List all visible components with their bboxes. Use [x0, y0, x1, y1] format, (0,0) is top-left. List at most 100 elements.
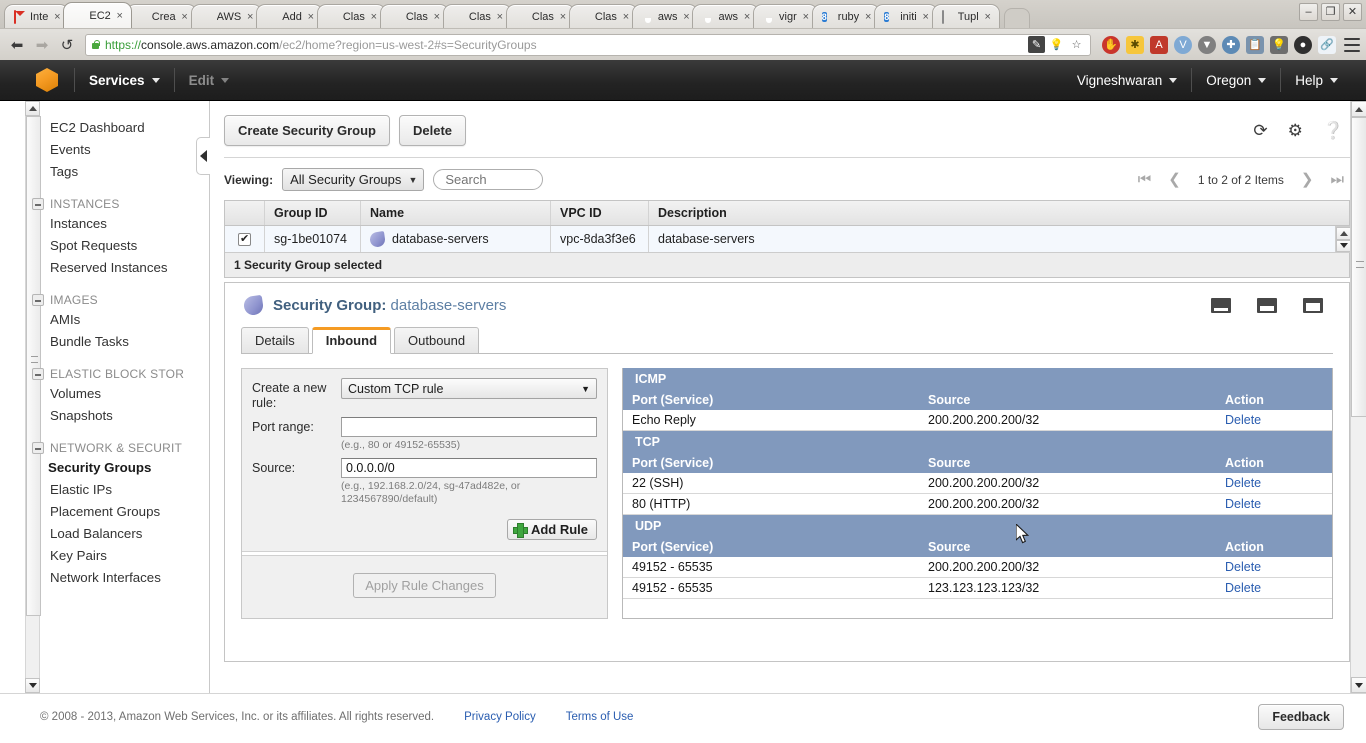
sidebar-scroll-up-button[interactable]	[25, 101, 40, 116]
browser-tab[interactable]: aws ×	[692, 4, 760, 28]
feedback-button[interactable]: Feedback	[1258, 704, 1344, 730]
adblock-icon[interactable]: ✋	[1102, 35, 1120, 54]
browser-tab[interactable]: Crea ×	[125, 4, 197, 28]
vim-icon[interactable]: V	[1174, 35, 1192, 54]
view-mode-small-icon[interactable]	[1211, 298, 1231, 313]
sidebar-item-spot-requests[interactable]: Spot Requests	[48, 235, 209, 257]
sidebar-collapse-button[interactable]	[196, 137, 210, 175]
sidebar-group-header[interactable]: ELASTIC BLOCK STOR	[32, 367, 209, 381]
sidebar-item-bundle-tasks[interactable]: Bundle Tasks	[48, 331, 209, 353]
record-icon[interactable]: ●	[1294, 35, 1312, 54]
back-icon[interactable]: ⬅	[6, 34, 28, 56]
edit-pencil-icon[interactable]: ✎	[1028, 36, 1045, 53]
row-checkbox-cell[interactable]	[225, 226, 265, 252]
browser-tab[interactable]: aws ×	[631, 4, 699, 28]
tab-inbound[interactable]: Inbound	[311, 327, 392, 354]
sidebar-item-amis[interactable]: AMIs	[48, 309, 209, 331]
bookmark-star-icon[interactable]: ☆	[1068, 36, 1085, 53]
tab-close-icon[interactable]: ×	[306, 11, 316, 22]
download-icon[interactable]: ▼	[1198, 35, 1216, 54]
sidebar-item-elastic-ips[interactable]: Elastic IPs	[48, 479, 209, 501]
row-checkbox[interactable]	[238, 232, 251, 246]
sidebar-scrollbar[interactable]	[25, 101, 41, 693]
browser-menu-icon[interactable]	[1344, 37, 1360, 52]
next-page-button[interactable]: ❯	[1301, 172, 1314, 187]
region-menu[interactable]: Oregon	[1192, 60, 1280, 101]
view-mode-medium-icon[interactable]	[1257, 298, 1277, 313]
tab-close-icon[interactable]: ×	[801, 11, 811, 22]
bulb-icon[interactable]: 💡	[1048, 36, 1065, 53]
browser-tab[interactable]: Tupl ×	[931, 4, 1000, 28]
last-page-button[interactable]: ⏭	[1330, 172, 1344, 187]
tab-close-icon[interactable]: ×	[495, 11, 505, 22]
browser-tab[interactable]: EC2 ×	[63, 2, 132, 28]
browser-tab[interactable]: Clas ×	[505, 4, 575, 28]
rule-type-select[interactable]: Custom TCP rule ▼	[341, 378, 597, 399]
user-menu[interactable]: Vigneshwaran	[1063, 60, 1191, 101]
search-input[interactable]	[433, 169, 544, 190]
aws-cube-logo[interactable]	[36, 68, 58, 92]
close-window-button[interactable]: ✕	[1343, 3, 1362, 21]
port-range-input[interactable]	[341, 417, 597, 437]
table-scrollbar[interactable]	[1335, 226, 1352, 253]
sidebar-item-events[interactable]: Events	[48, 139, 209, 161]
reload-icon[interactable]: ↺	[56, 34, 78, 56]
collapse-minus-icon[interactable]	[32, 198, 44, 210]
lamp-icon[interactable]: 💡	[1270, 35, 1288, 54]
dictionary-icon[interactable]: A	[1150, 35, 1168, 54]
help-icon[interactable]: ❔	[1323, 122, 1344, 139]
privacy-policy-link[interactable]: Privacy Policy	[464, 711, 536, 723]
browser-tab[interactable]: Clas ×	[442, 4, 512, 28]
tab-close-icon[interactable]: ×	[681, 11, 691, 22]
browser-tab[interactable]: Clas ×	[568, 4, 638, 28]
browser-tab[interactable]: Inte ×	[4, 4, 70, 28]
add-rule-button[interactable]: Add Rule	[506, 519, 597, 540]
gear-icon[interactable]: ⚙	[1288, 122, 1303, 139]
sidebar-scroll-down-button[interactable]	[25, 678, 40, 693]
minimize-button[interactable]: ‒	[1299, 3, 1318, 21]
tab-close-icon[interactable]: ×	[742, 11, 752, 22]
sidebar-item-ec2-dashboard[interactable]: EC2 Dashboard	[48, 117, 209, 139]
sidebar-item-security-groups[interactable]: Security Groups	[34, 457, 209, 479]
browser-tab[interactable]: Add ×	[256, 4, 323, 28]
column-header-vpc-id[interactable]: VPC ID	[551, 201, 649, 225]
tab-close-icon[interactable]: ×	[245, 11, 255, 22]
collapse-minus-icon[interactable]	[32, 368, 44, 380]
sidebar-item-volumes[interactable]: Volumes	[48, 383, 209, 405]
browser-tab[interactable]: vigr ×	[753, 4, 818, 28]
puzzle-icon[interactable]: ✱	[1126, 35, 1144, 54]
apply-rule-changes-button[interactable]: Apply Rule Changes	[353, 573, 496, 598]
new-tab-button[interactable]	[1003, 8, 1030, 28]
sidebar-item-load-balancers[interactable]: Load Balancers	[48, 523, 209, 545]
browser-tab[interactable]: AWS ×	[190, 4, 263, 28]
tab-close-icon[interactable]: ×	[432, 11, 442, 22]
tab-close-icon[interactable]: ×	[180, 11, 190, 22]
delete-rule-link[interactable]: Delete	[1225, 497, 1261, 511]
page-scroll-up-button[interactable]	[1351, 101, 1366, 117]
sidebar-group-header[interactable]: NETWORK & SECURIT	[32, 441, 209, 455]
tab-close-icon[interactable]: ×	[52, 11, 62, 22]
browser-tab[interactable]: 8 initi ×	[874, 4, 938, 28]
collapse-minus-icon[interactable]	[32, 294, 44, 306]
sidebar-item-network-interfaces[interactable]: Network Interfaces	[48, 567, 209, 589]
terms-of-use-link[interactable]: Terms of Use	[566, 711, 634, 723]
browser-tab[interactable]: Clas ×	[316, 4, 386, 28]
services-menu[interactable]: Services	[75, 60, 174, 101]
page-scrollbar[interactable]	[1350, 101, 1366, 693]
sidebar-group-header[interactable]: INSTANCES	[32, 197, 209, 211]
collapse-minus-icon[interactable]	[32, 442, 44, 454]
delete-rule-link[interactable]: Delete	[1225, 476, 1261, 490]
tab-details[interactable]: Details	[241, 327, 309, 354]
sidebar-item-placement-groups[interactable]: Placement Groups	[48, 501, 209, 523]
refresh-icon[interactable]: ⟳	[1253, 122, 1267, 139]
tab-close-icon[interactable]: ×	[621, 11, 631, 22]
delete-rule-link[interactable]: Delete	[1225, 581, 1261, 595]
tab-close-icon[interactable]: ×	[863, 11, 873, 22]
first-page-button[interactable]: ⏮	[1138, 172, 1152, 187]
sidebar-scroll-thumb[interactable]	[26, 116, 41, 616]
source-input[interactable]	[341, 458, 597, 478]
tab-close-icon[interactable]: ×	[921, 11, 931, 22]
clipboard-icon[interactable]: 📋	[1246, 35, 1264, 54]
prev-page-button[interactable]: ❮	[1168, 172, 1181, 187]
delete-rule-link[interactable]: Delete	[1225, 560, 1261, 574]
